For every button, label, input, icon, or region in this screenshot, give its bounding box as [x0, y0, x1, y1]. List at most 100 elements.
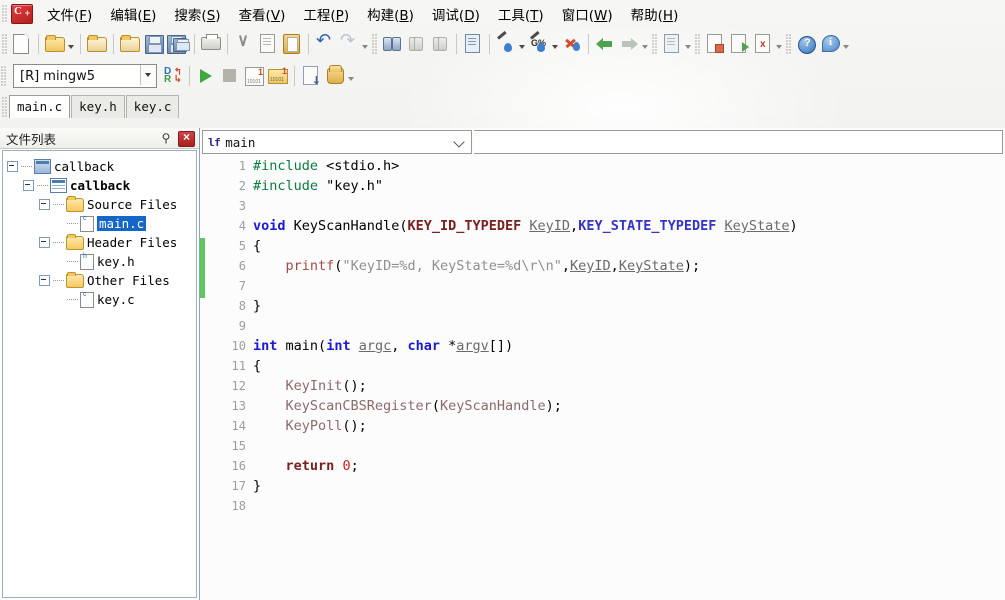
- file-tab-key-c[interactable]: key.c: [125, 95, 180, 118]
- goto-definition-icon[interactable]: [299, 64, 323, 88]
- menu-item-t[interactable]: 工具(T): [490, 1, 552, 27]
- chevron-down-icon[interactable]: [455, 136, 465, 146]
- paste-icon[interactable]: [280, 32, 304, 56]
- tree-expander-icon[interactable]: [39, 199, 50, 210]
- find-next-icon[interactable]: [404, 32, 428, 56]
- find-prev-icon[interactable]: [428, 32, 452, 56]
- menu-item-p[interactable]: 工程(P): [295, 1, 357, 27]
- tree-item-source-files[interactable]: Source Files: [7, 195, 196, 214]
- open-dropdown-caret[interactable]: [67, 33, 76, 55]
- compile-icon[interactable]: [494, 32, 518, 56]
- tree-item-other-files[interactable]: Other Files: [7, 271, 196, 290]
- tree-item-callback[interactable]: callback: [7, 157, 196, 176]
- toolbar-grip-3[interactable]: [652, 34, 657, 54]
- debug-dropdown-caret[interactable]: [347, 65, 356, 87]
- step-into-icon[interactable]: [242, 64, 266, 88]
- save-icon[interactable]: [142, 32, 166, 56]
- tree-expander-icon[interactable]: [7, 161, 18, 172]
- file-tab-main-c[interactable]: main.c: [9, 95, 71, 118]
- toolbar-grip-5[interactable]: [786, 34, 791, 54]
- run-icon[interactable]: [194, 64, 218, 88]
- rebuild-icon[interactable]: [560, 32, 584, 56]
- file-tab-key-h[interactable]: key.h: [71, 95, 125, 118]
- menu-item-b[interactable]: 构建(B): [359, 1, 422, 27]
- code-line[interactable]: {: [253, 356, 1003, 376]
- code-line[interactable]: [253, 316, 1003, 336]
- tabstrip-grip[interactable]: [2, 97, 7, 117]
- code-line[interactable]: [253, 196, 1003, 216]
- code-line[interactable]: KeyScanCBSRegister(KeyScanHandle);: [253, 396, 1003, 416]
- menubar-grip[interactable]: [2, 5, 7, 23]
- code-line[interactable]: }: [253, 476, 1003, 496]
- bookmark-dropdown-caret[interactable]: [775, 33, 784, 55]
- compiler-toolbar-grip[interactable]: [1, 66, 6, 86]
- compile-dropdown-caret[interactable]: [518, 33, 527, 55]
- code-line[interactable]: void KeyScanHandle(KEY_ID_TYPEDEF KeyID,…: [253, 216, 1003, 236]
- menu-item-d[interactable]: 调试(D): [424, 1, 488, 27]
- tree-expander-icon[interactable]: [39, 275, 50, 286]
- code-line[interactable]: [253, 276, 1003, 296]
- code-line[interactable]: int main(int argc, char *argv[]): [253, 336, 1003, 356]
- code-line[interactable]: [253, 496, 1003, 516]
- step-over-icon[interactable]: [266, 64, 290, 88]
- new-file-icon[interactable]: [10, 32, 34, 56]
- compiler-select[interactable]: [R] mingw5: [13, 64, 157, 88]
- code-line[interactable]: }: [253, 296, 1003, 316]
- menu-item-s[interactable]: 搜索(S): [166, 1, 228, 27]
- debug-run-icon[interactable]: D R ↰ ↳: [161, 64, 185, 88]
- tree-item-callback[interactable]: callback: [7, 176, 196, 195]
- help-dropdown-caret[interactable]: [842, 33, 851, 55]
- code-line[interactable]: #include "key.h": [253, 176, 1003, 196]
- toolbar-grip-1[interactable]: [2, 34, 7, 54]
- function-selector[interactable]: lf main: [202, 130, 472, 154]
- file-tree-container[interactable]: callback callback Source Files main.c Header…: [2, 150, 197, 598]
- pause-icon[interactable]: [323, 64, 347, 88]
- compile-run-dropdown-caret[interactable]: [551, 33, 560, 55]
- help-icon[interactable]: [794, 32, 818, 56]
- tree-item-key-c[interactable]: key.c: [7, 290, 196, 309]
- code-line[interactable]: printf("KeyID=%d, KeyState=%d\r\n",KeyID…: [253, 256, 1003, 276]
- undo-icon[interactable]: [313, 30, 337, 56]
- menu-item-h[interactable]: 帮助(H): [623, 1, 687, 27]
- print-icon[interactable]: [199, 32, 223, 56]
- compile-run-icon[interactable]: G%: [527, 32, 551, 56]
- redo-dropdown-caret[interactable]: [361, 33, 370, 55]
- about-icon[interactable]: [818, 32, 842, 56]
- code-line[interactable]: [253, 436, 1003, 456]
- code-line[interactable]: #include <stdio.h>: [253, 156, 1003, 176]
- code-line[interactable]: KeyPoll();: [253, 416, 1003, 436]
- code-text[interactable]: #include <stdio.h> #include "key.h" void …: [253, 156, 1003, 600]
- stop-icon[interactable]: [218, 64, 242, 88]
- tree-item-key-h[interactable]: key.h: [7, 252, 196, 271]
- code-line[interactable]: KeyInit();: [253, 376, 1003, 396]
- snippet-dropdown-caret[interactable]: [684, 33, 693, 55]
- save-all-icon[interactable]: [166, 32, 190, 56]
- pin-icon[interactable]: ⚲: [159, 131, 173, 145]
- menu-item-e[interactable]: 编辑(E): [102, 1, 164, 27]
- copy-icon[interactable]: [256, 32, 280, 56]
- close-icon[interactable]: [178, 130, 195, 147]
- code-line[interactable]: {: [253, 236, 1003, 256]
- nav-dropdown-caret[interactable]: [641, 33, 650, 55]
- chevron-down-icon[interactable]: [140, 65, 156, 85]
- save-project-icon[interactable]: [85, 32, 109, 56]
- cut-icon[interactable]: [232, 32, 256, 56]
- menu-item-f[interactable]: 文件(F): [39, 1, 100, 27]
- toolbar-grip-4[interactable]: [695, 34, 700, 54]
- code-line[interactable]: return 0;: [253, 456, 1003, 476]
- back-icon[interactable]: [593, 32, 617, 56]
- tree-item-header-files[interactable]: Header Files: [7, 233, 196, 252]
- toggle-bookmark-icon[interactable]: [703, 32, 727, 56]
- find-icon[interactable]: [380, 32, 404, 56]
- save-as-icon[interactable]: [118, 32, 142, 56]
- forward-icon[interactable]: [617, 32, 641, 56]
- toolbar-grip-2[interactable]: [372, 34, 377, 54]
- goto-bookmark-icon[interactable]: [727, 32, 751, 56]
- remove-bookmark-icon[interactable]: [751, 32, 775, 56]
- menu-item-v[interactable]: 查看(V): [231, 1, 294, 27]
- redo-icon[interactable]: [337, 30, 361, 56]
- goto-line-icon[interactable]: [461, 32, 485, 56]
- insert-snippet-icon[interactable]: [660, 32, 684, 56]
- open-folder-icon[interactable]: [43, 32, 67, 56]
- menu-item-w[interactable]: 窗口(W): [554, 1, 621, 27]
